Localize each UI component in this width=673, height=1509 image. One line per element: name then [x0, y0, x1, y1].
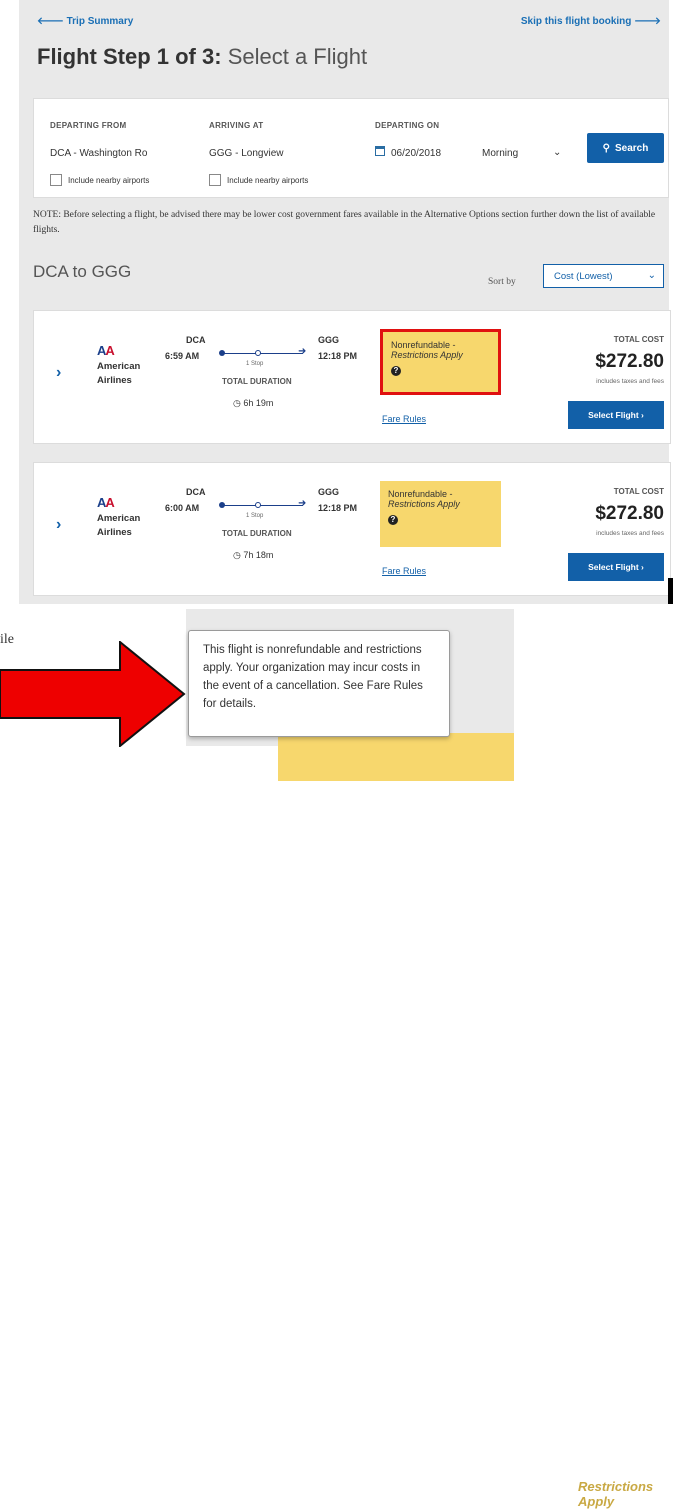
page-title-text: Select a Flight	[227, 44, 368, 69]
airline-name: American Airlines	[97, 513, 141, 538]
search-button[interactable]: ⚲ Search	[587, 133, 664, 163]
departing-nearby-checkbox[interactable]: Include nearby airports	[50, 174, 149, 186]
search-form: DEPARTING FROM DCA - Washington Ro Inclu…	[33, 98, 669, 198]
clock-icon: ◷	[233, 398, 241, 408]
duration: ◷ 6h 19m	[233, 398, 273, 409]
duration-value: 6h 19m	[243, 398, 274, 408]
sort-value: Cost (Lowest)	[554, 270, 613, 282]
duration-value: 7h 18m	[243, 550, 274, 560]
route-line	[220, 353, 303, 354]
american-airlines-logo: AA	[97, 343, 115, 358]
restriction-title: Nonrefundable -	[391, 340, 456, 350]
plane-icon: ➜	[298, 498, 307, 509]
sort-label: Sort by	[488, 277, 516, 287]
total-cost-label: TOTAL COST	[613, 487, 664, 496]
chevron-down-icon: ⌄	[647, 270, 656, 281]
big-red-arrow-icon	[0, 641, 186, 747]
arrow-left-icon: 🡐	[37, 16, 64, 27]
total-cost: $272.80	[595, 503, 664, 524]
depart-time: 6:59 AM	[165, 351, 200, 361]
airline-name: American Airlines	[97, 361, 141, 386]
chevron-down-icon[interactable]: ⌄	[553, 147, 561, 158]
total-cost: $272.80	[595, 351, 664, 372]
arrive-time: 12:18 PM	[318, 503, 358, 513]
stops-count: 1 Stop	[246, 361, 264, 367]
page-title: Flight Step 1 of 3: Select a Flight	[37, 44, 367, 70]
select-flight-button[interactable]: Select Flight ›	[568, 553, 664, 581]
clock-icon: ◷	[233, 550, 241, 560]
total-cost-label: TOTAL COST	[613, 335, 664, 344]
arriving-label: ARRIVING AT	[209, 121, 264, 130]
nearby-label: Include nearby airports	[227, 175, 309, 185]
time-select[interactable]: Morning	[482, 148, 518, 159]
restriction-subtitle: Restrictions Apply	[391, 350, 463, 360]
fare-rules-link[interactable]: Fare Rules	[382, 414, 426, 424]
select-flight-button[interactable]: Select Flight ›	[568, 401, 664, 429]
calendar-icon[interactable]	[375, 146, 385, 156]
arriving-nearby-checkbox[interactable]: Include nearby airports	[209, 174, 308, 186]
duration-label: TOTAL DURATION	[222, 529, 292, 538]
total-cost-note: includes taxes and fees	[596, 530, 664, 537]
arrive-code: GGG	[318, 335, 340, 345]
plane-icon: ➜	[298, 346, 307, 357]
route-heading: DCA to GGG	[33, 262, 132, 281]
arriving-input[interactable]: GGG - Longview	[209, 148, 283, 159]
arrive-code: GGG	[318, 487, 340, 497]
arrow-right-icon: 🡒	[634, 16, 661, 27]
checkbox-icon	[209, 174, 221, 186]
stops-count: 1 Stop	[246, 513, 264, 519]
route-line	[220, 505, 303, 506]
expand-chevron-icon[interactable]: ›	[56, 364, 61, 382]
flight-card: › AA American Airlines DCA 6:59 AM ➜ 1 S…	[33, 310, 671, 444]
scrollbar-fragment	[668, 578, 673, 604]
date-label: DEPARTING ON	[375, 121, 440, 130]
restriction-title: Nonrefundable -	[388, 489, 453, 499]
fare-note: NOTE: Before selecting a flight, be advi…	[33, 210, 656, 235]
flight-search-panel: 🡐 Trip Summary Skip this flight booking …	[19, 0, 671, 604]
flight-card: › AA American Airlines DCA 6:00 AM ➜ 1 S…	[33, 462, 671, 596]
trip-summary-label: Trip Summary	[66, 16, 134, 27]
american-airlines-logo: AA	[97, 495, 115, 510]
expand-chevron-icon[interactable]: ›	[56, 516, 61, 534]
search-button-label: Search	[614, 142, 649, 154]
restriction-badge[interactable]: Nonrefundable - Restrictions Apply ?	[380, 481, 501, 547]
sort-select[interactable]: Cost (Lowest) ⌄	[543, 264, 664, 288]
page-title-step: Flight Step 1 of 3:	[37, 44, 222, 69]
restriction-subtitle: Restrictions Apply	[388, 499, 460, 509]
depart-code: DCA	[186, 487, 206, 497]
question-icon[interactable]: ?	[388, 515, 398, 525]
skip-flight-link[interactable]: Skip this flight booking 🡒	[521, 15, 661, 27]
stop-dot	[255, 350, 261, 356]
zoom-restriction-badge: Restrictions Apply	[278, 733, 653, 1509]
restriction-tooltip: This flight is nonrefundable and restric…	[188, 630, 450, 737]
total-cost-note: includes taxes and fees	[596, 378, 664, 385]
departing-input[interactable]: DCA - Washington Ro	[50, 148, 147, 159]
date-input[interactable]: 06/20/2018	[391, 148, 441, 159]
depart-code: DCA	[186, 335, 206, 345]
checkbox-icon	[50, 174, 62, 186]
trip-summary-link[interactable]: 🡐 Trip Summary	[37, 15, 133, 27]
depart-time: 6:00 AM	[165, 503, 200, 513]
skip-flight-label: Skip this flight booking	[520, 16, 632, 27]
arrive-time: 12:18 PM	[318, 351, 358, 361]
duration: ◷ 7h 18m	[233, 550, 273, 561]
departing-label: DEPARTING FROM	[50, 121, 127, 130]
nearby-label: Include nearby airports	[68, 175, 150, 185]
duration-label: TOTAL DURATION	[222, 377, 292, 386]
zoom-restriction-text: Restrictions Apply	[578, 1479, 654, 1509]
restriction-badge[interactable]: Nonrefundable - Restrictions Apply ?	[380, 329, 501, 395]
question-icon[interactable]: ?	[391, 366, 401, 376]
stop-dot	[255, 502, 261, 508]
fare-rules-link[interactable]: Fare Rules	[382, 566, 426, 576]
search-icon: ⚲	[602, 142, 610, 154]
